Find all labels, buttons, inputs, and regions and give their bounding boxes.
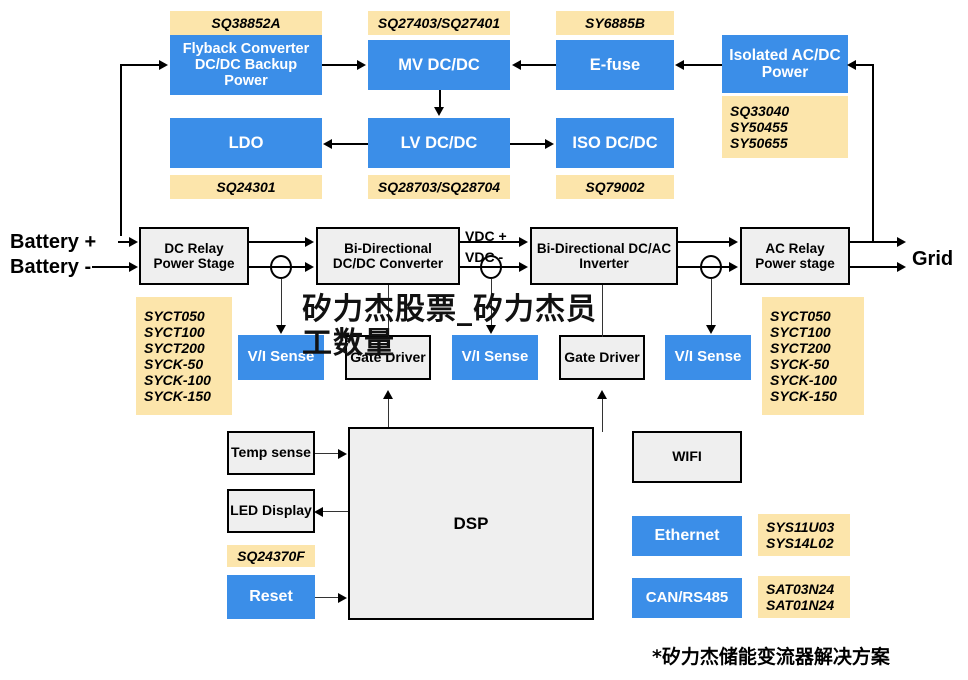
arrow-into-efuse (675, 60, 684, 70)
block-bidirectional-dcac-inverter[interactable]: Bi-Directional DC/AC Inverter (530, 227, 678, 285)
part-tag-ldo: SQ24301 (170, 175, 322, 199)
part-tag-isolated-acdc: SQ33040 SY50455 SY50655 (722, 96, 848, 158)
wire-vdc-plus (460, 241, 520, 243)
wire-isolated-to-efuse (684, 64, 722, 66)
part-tag-mv-dcdc: SQ27403/SQ27401 (368, 11, 510, 35)
wire-reset-to-dsp (315, 597, 339, 598)
arrow-into-ldo (323, 139, 332, 149)
arrow-dsp-in-temp (338, 449, 347, 459)
wire-dsp-to-led (322, 511, 348, 512)
block-efuse[interactable]: E-fuse (556, 40, 674, 90)
arrow-inverter-in-bottom (519, 262, 528, 272)
part-tag-can-rs485: SAT03N24 SAT01N24 (758, 576, 850, 618)
block-can-rs485[interactable]: CAN/RS485 (632, 578, 742, 618)
arrow-grid-top (897, 237, 906, 247)
wire-lv-to-iso (510, 143, 546, 145)
wire-efuse-to-mv (521, 64, 556, 66)
part-tag-lv-dcdc: SQ28703/SQ28704 (368, 175, 510, 199)
block-bidirectional-dcdc-converter[interactable]: Bi-Directional DC/DC Converter (316, 227, 460, 285)
block-gate-driver-2[interactable]: Gate Driver (559, 335, 645, 380)
label-battery-plus: Battery + (10, 231, 97, 253)
block-reset[interactable]: Reset (227, 575, 315, 619)
wire-gatedriver2-to-inverter (602, 285, 603, 337)
part-tag-ethernet: SYS11U03 SYS14L02 (758, 514, 850, 556)
wire-acrelay-to-grid-top (850, 241, 898, 243)
part-tag-right-sensors: SYCT050 SYCT100 SYCT200 SYCK-50 SYCK-100… (762, 297, 864, 415)
wire-lv-to-ldo (332, 143, 368, 145)
wire-inverter-to-acrelay-top (678, 241, 730, 243)
block-lv-dcdc[interactable]: LV DC/DC (368, 118, 510, 168)
arrow-acrelay-in-bottom (729, 262, 738, 272)
arrow-into-mv-dcdc (357, 60, 366, 70)
wire-bus-to-flyback-vertical (120, 64, 122, 236)
arrow-into-isolated-acdc (847, 60, 856, 70)
wire-bus-to-flyback-horizontal (120, 64, 160, 66)
block-led-display[interactable]: LED Display (227, 489, 315, 533)
arrow-dcdc-in-bottom (305, 262, 314, 272)
watermark-line-2: 工数量 (302, 326, 395, 361)
arrow-led-display-in (314, 507, 323, 517)
block-ac-relay-power-stage[interactable]: AC Relay Power stage (740, 227, 850, 285)
block-wifi[interactable]: WIFI (632, 431, 742, 483)
arrow-into-mv-from-efuse (512, 60, 521, 70)
label-grid: Grid (912, 248, 954, 270)
wire-acrelay-to-grid-bottom (850, 266, 898, 268)
block-vi-sense-3[interactable]: V/I Sense (665, 335, 751, 380)
current-sensor-ac-side (700, 255, 722, 279)
arrow-vi-sense-3-in (706, 325, 716, 334)
arrow-vi-sense-1-in (276, 325, 286, 334)
part-tag-reset: SQ24370F (227, 545, 315, 567)
part-tag-left-sensors: SYCT050 SYCT100 SYCT200 SYCK-50 SYCK-100… (136, 297, 232, 415)
arrow-into-flyback (159, 60, 168, 70)
arrow-gatedriver2-in (597, 390, 607, 399)
wire-battery-minus (92, 266, 130, 268)
block-dc-relay-power-stage[interactable]: DC Relay Power Stage (139, 227, 249, 285)
arrow-battery-plus-in (129, 237, 138, 247)
wire-tempsense-to-dsp (315, 453, 339, 454)
arrow-battery-minus-in (129, 262, 138, 272)
current-sensor-dcbus (480, 255, 502, 279)
arrow-dcdc-in-top (305, 237, 314, 247)
block-isolated-acdc-power[interactable]: Isolated AC/DC Power (722, 35, 848, 93)
footer-caption: *矽力杰储能变流器解决方案 (652, 646, 890, 668)
block-mv-dcdc[interactable]: MV DC/DC (368, 40, 510, 90)
wire-ac-bus-riser (872, 64, 874, 241)
wire-dsp-to-gatedriver2 (602, 398, 603, 432)
block-flyback-converter[interactable]: Flyback Converter DC/DC Backup Power (170, 35, 322, 95)
block-ldo[interactable]: LDO (170, 118, 322, 168)
arrow-into-lv-dcdc (434, 107, 444, 116)
wire-sensor3-to-vi3 (711, 279, 712, 326)
wire-flyback-to-mv (322, 64, 358, 66)
wire-dcrelay-to-dcdc-top (249, 241, 306, 243)
part-tag-efuse: SY6885B (556, 11, 674, 35)
wire-sensor1-to-vi1 (281, 279, 282, 326)
arrow-gatedriver1-in (383, 390, 393, 399)
part-tag-flyback: SQ38852A (170, 11, 322, 35)
arrow-into-iso-dcdc (545, 139, 554, 149)
block-temp-sense[interactable]: Temp sense (227, 431, 315, 475)
wire-mv-to-lv (439, 90, 441, 108)
block-iso-dcdc[interactable]: ISO DC/DC (556, 118, 674, 168)
block-diagram-canvas: SQ38852A Flyback Converter DC/DC Backup … (0, 0, 968, 680)
current-sensor-dc-side (270, 255, 292, 279)
block-ethernet[interactable]: Ethernet (632, 516, 742, 556)
block-dsp[interactable]: DSP (348, 427, 594, 620)
part-tag-iso-dcdc: SQ79002 (556, 175, 674, 199)
arrow-inverter-in-top (519, 237, 528, 247)
arrow-grid-bottom (897, 262, 906, 272)
arrow-dsp-in-reset (338, 593, 347, 603)
arrow-acrelay-in-top (729, 237, 738, 247)
block-vi-sense-2[interactable]: V/I Sense (452, 335, 538, 380)
label-battery-minus: Battery - (10, 256, 92, 278)
